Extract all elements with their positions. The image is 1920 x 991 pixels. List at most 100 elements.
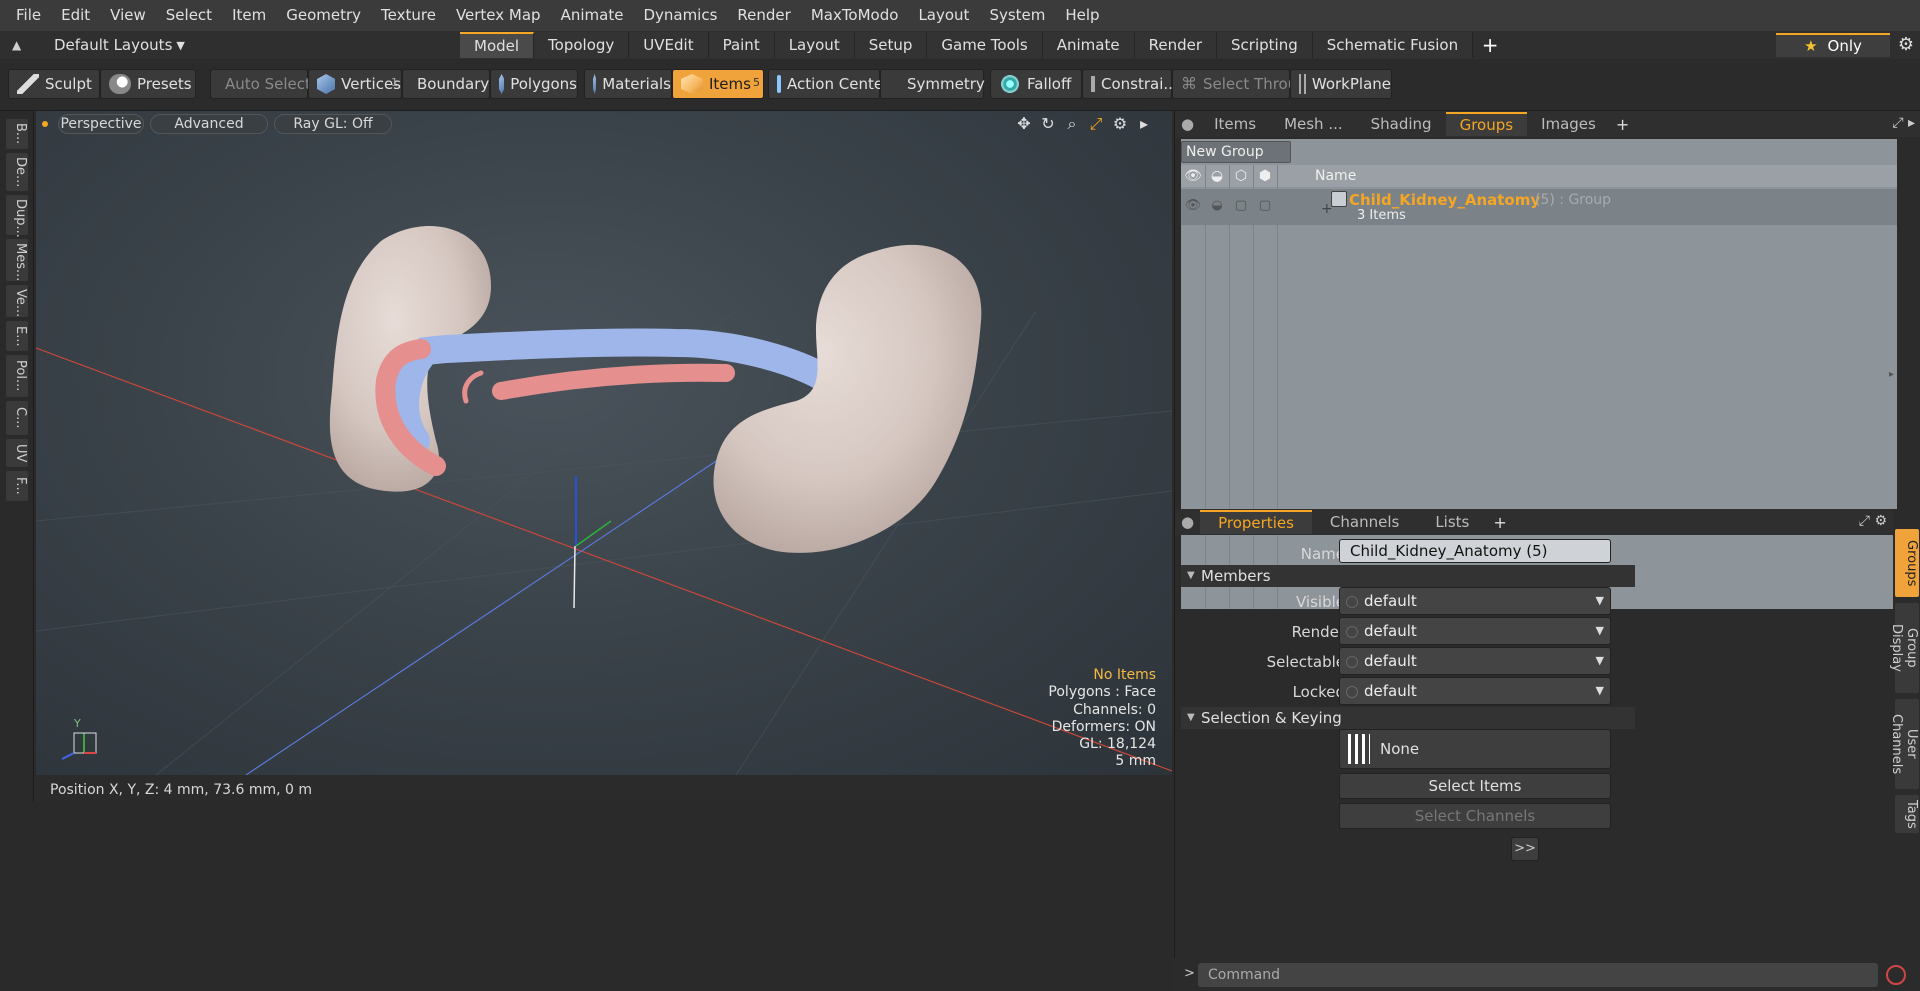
- menu-animate[interactable]: Animate: [551, 0, 634, 31]
- rotate-view-icon[interactable]: ↻: [1038, 114, 1058, 134]
- perspective-button[interactable]: Perspective: [58, 114, 144, 134]
- tab-setup[interactable]: Setup: [854, 32, 928, 58]
- menu-texture[interactable]: Texture: [371, 0, 446, 31]
- selectable-radio[interactable]: [1346, 656, 1358, 668]
- command-input[interactable]: Command: [1198, 963, 1878, 987]
- menu-vertex-map[interactable]: Vertex Map: [446, 0, 551, 31]
- panel-tab-shading[interactable]: Shading: [1357, 112, 1446, 136]
- render-icon[interactable]: ◒: [1205, 165, 1229, 187]
- constraints-button[interactable]: Constrai...: [1082, 69, 1178, 99]
- select-items-button[interactable]: Select Items: [1339, 773, 1611, 799]
- left-tab-8[interactable]: UV: [6, 439, 28, 467]
- name-input[interactable]: Child_Kidney_Anatomy (5): [1339, 539, 1611, 563]
- props-expand-icon[interactable]: ⤢ ⚙: [1859, 513, 1887, 529]
- menu-dynamics[interactable]: Dynamics: [633, 0, 727, 31]
- members-section[interactable]: ▼ Members: [1181, 565, 1635, 587]
- locked-select[interactable]: default ▼: [1339, 677, 1611, 705]
- menu-file[interactable]: File: [6, 0, 51, 31]
- left-tab-9[interactable]: F...: [6, 471, 28, 501]
- left-tab-2[interactable]: Dup...: [6, 195, 28, 238]
- menu-maxtomodo[interactable]: MaxToModo: [801, 0, 909, 31]
- panel-tab-groups[interactable]: Groups: [1445, 112, 1528, 136]
- auto-select-button[interactable]: Auto Select: [210, 69, 311, 99]
- add-panel-tab-button[interactable]: +: [1610, 115, 1635, 134]
- props-tab-lists[interactable]: Lists: [1417, 510, 1487, 534]
- items-button[interactable]: Items 5: [672, 69, 764, 99]
- viewport-gear-icon[interactable]: ⚙: [1110, 114, 1130, 134]
- left-tab-3[interactable]: Mes...: [6, 239, 28, 281]
- tab-model[interactable]: Model: [460, 32, 535, 58]
- tab-schematic-fusion[interactable]: Schematic Fusion: [1312, 32, 1474, 58]
- left-tab-4[interactable]: Ve...: [6, 285, 28, 317]
- row-render-icon[interactable]: ◒: [1205, 198, 1229, 213]
- advanced-button[interactable]: Advanced: [150, 114, 268, 134]
- boundary-button[interactable]: Boundary: [402, 69, 490, 99]
- symmetry-button[interactable]: Symmetry: [880, 69, 985, 99]
- vertices-button[interactable]: Vertices 1: [308, 69, 402, 99]
- keying-none-button[interactable]: None: [1339, 729, 1611, 769]
- menu-render[interactable]: Render: [727, 0, 800, 31]
- render-select[interactable]: default ▼: [1339, 617, 1611, 645]
- zoom-view-icon[interactable]: ⌕: [1062, 114, 1082, 134]
- select-channels-button[interactable]: Select Channels: [1339, 803, 1611, 829]
- tab-scripting[interactable]: Scripting: [1217, 32, 1313, 58]
- tab-uvedit[interactable]: UVEdit: [629, 32, 709, 58]
- menu-help[interactable]: Help: [1055, 0, 1109, 31]
- new-group-button[interactable]: New Group: [1181, 141, 1291, 163]
- tab-layout[interactable]: Layout: [774, 32, 855, 58]
- selectable-select[interactable]: default ▼: [1339, 647, 1611, 675]
- scroll-handle[interactable]: ▸: [1889, 369, 1895, 389]
- left-tab-1[interactable]: De...: [6, 153, 28, 191]
- panel-expand-icon[interactable]: ⤢ ▸: [1892, 115, 1915, 131]
- 3d-viewport[interactable]: Y Perspective Advanced Ray GL: Off ✥ ↻ ⌕…: [36, 111, 1172, 775]
- visible-select[interactable]: default ▼: [1339, 587, 1611, 615]
- panel-tab-items[interactable]: Items: [1200, 112, 1270, 136]
- left-tab-0[interactable]: B...: [6, 119, 28, 149]
- visible-radio[interactable]: [1346, 596, 1358, 608]
- side-tab-group-display[interactable]: Group Display: [1889, 603, 1919, 693]
- tab-game-tools[interactable]: Game Tools: [927, 32, 1043, 58]
- panel-tab-mesh[interactable]: Mesh ...: [1270, 112, 1357, 136]
- add-props-tab-button[interactable]: +: [1487, 513, 1512, 532]
- sculpt-button[interactable]: Sculpt: [8, 69, 100, 99]
- raygl-button[interactable]: Ray GL: Off: [274, 114, 392, 134]
- gear-icon[interactable]: ⚙: [1892, 31, 1920, 59]
- tab-paint[interactable]: Paint: [708, 32, 775, 58]
- side-tab-tags[interactable]: Tags: [1895, 795, 1919, 833]
- menu-geometry[interactable]: Geometry: [276, 0, 371, 31]
- side-tab-user-channels[interactable]: User Channels: [1889, 699, 1919, 789]
- menu-layout[interactable]: Layout: [908, 0, 979, 31]
- record-icon[interactable]: [1886, 965, 1906, 985]
- props-tab-channels[interactable]: Channels: [1312, 510, 1417, 534]
- row-eye-icon[interactable]: 👁: [1181, 198, 1205, 213]
- tab-animate[interactable]: Animate: [1042, 32, 1135, 58]
- row-lock-checkbox[interactable]: ▢: [1229, 198, 1253, 213]
- lock-cube-icon[interactable]: ⬡: [1229, 165, 1253, 187]
- materials-button[interactable]: Materials: [584, 69, 672, 99]
- presets-button[interactable]: Presets: [100, 69, 196, 99]
- eye-icon[interactable]: 👁: [1181, 165, 1205, 187]
- select-cube-icon[interactable]: ⬢: [1253, 165, 1277, 187]
- only-button[interactable]: ★ Only: [1776, 33, 1890, 57]
- more-button[interactable]: >>: [1511, 837, 1539, 861]
- select-through-button[interactable]: ⌘ Select Through: [1172, 69, 1316, 99]
- maximize-icon[interactable]: ⤢: [1086, 114, 1106, 134]
- menu-edit[interactable]: Edit: [51, 0, 100, 31]
- panel-tab-images[interactable]: Images: [1527, 112, 1610, 136]
- menu-system[interactable]: System: [979, 0, 1055, 31]
- workplane-button[interactable]: WorkPlane: [1290, 69, 1392, 99]
- tab-render[interactable]: Render: [1134, 32, 1218, 58]
- collapse-up-icon[interactable]: ▲: [12, 38, 32, 52]
- play-arrow-icon[interactable]: ▸: [1134, 114, 1154, 134]
- falloff-button[interactable]: Falloff: [990, 69, 1082, 99]
- selection-keying-section[interactable]: ▼ Selection & Keying: [1181, 707, 1635, 729]
- locked-radio[interactable]: [1346, 686, 1358, 698]
- render-radio[interactable]: [1346, 626, 1358, 638]
- polygons-button[interactable]: Polygons: [490, 69, 578, 99]
- menu-view[interactable]: View: [100, 0, 156, 31]
- props-tab-properties[interactable]: Properties: [1200, 510, 1312, 534]
- row-select-checkbox[interactable]: ▢: [1253, 198, 1277, 213]
- add-tab-button[interactable]: +: [1473, 32, 1507, 58]
- menu-select[interactable]: Select: [156, 0, 222, 31]
- tab-topology[interactable]: Topology: [534, 32, 630, 58]
